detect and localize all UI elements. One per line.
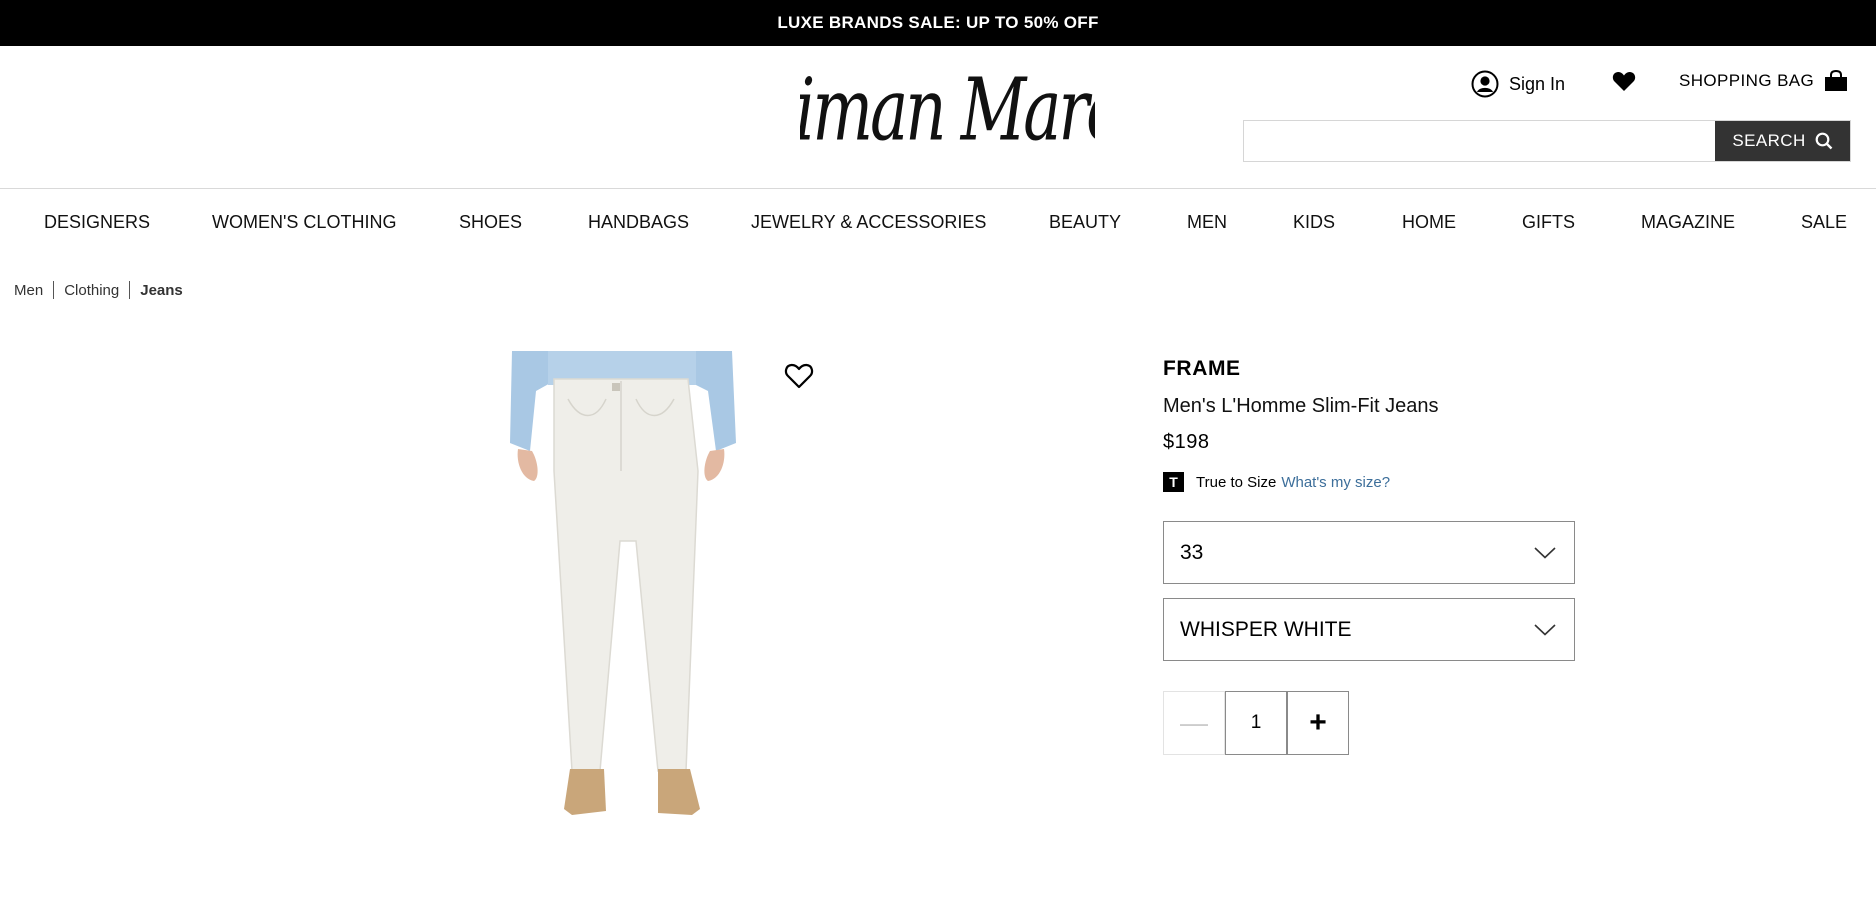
shopping-bag-label: SHOPPING BAG bbox=[1679, 71, 1815, 90]
nav-item-womens-clothing[interactable]: WOMEN'S CLOTHING bbox=[212, 212, 396, 233]
nav-item-magazine[interactable]: MAGAZINE bbox=[1641, 212, 1735, 233]
nav-item-kids[interactable]: KIDS bbox=[1293, 212, 1335, 233]
search-button-label: SEARCH bbox=[1732, 131, 1806, 150]
heart-icon bbox=[1612, 71, 1636, 91]
quantity-value[interactable]: 1 bbox=[1225, 691, 1287, 755]
nav-item-shoes[interactable]: SHOES bbox=[459, 212, 522, 233]
whats-my-size-link[interactable]: What's my size? bbox=[1281, 474, 1390, 491]
product-details: FRAME Men's L'Homme Slim-Fit Jeans $198 … bbox=[1163, 357, 1583, 492]
breadcrumb-item-clothing[interactable]: Clothing bbox=[64, 282, 119, 299]
sign-in-link[interactable]: Sign In bbox=[1471, 70, 1565, 98]
breadcrumb: Men Clothing Jeans bbox=[14, 281, 183, 299]
fit-badge: T bbox=[1163, 472, 1184, 492]
site-header: Neiman Marcus Sign In SHOPPING BAG SEARC… bbox=[0, 46, 1876, 189]
breadcrumb-separator bbox=[53, 281, 55, 299]
nav-item-home[interactable]: HOME bbox=[1402, 212, 1456, 233]
add-to-wishlist-button[interactable] bbox=[784, 362, 814, 395]
nav-item-designers[interactable]: DESIGNERS bbox=[44, 212, 150, 233]
product-brand[interactable]: FRAME bbox=[1163, 357, 1583, 381]
search-input[interactable] bbox=[1244, 121, 1715, 161]
fit-label: True to Size bbox=[1196, 473, 1277, 491]
sign-in-label: Sign In bbox=[1509, 73, 1566, 94]
nav-item-jewelry-accessories[interactable]: JEWELRY & ACCESSORIES bbox=[751, 212, 986, 233]
product-name: Men's L'Homme Slim-Fit Jeans bbox=[1163, 395, 1439, 417]
chevron-down-icon bbox=[1534, 623, 1556, 636]
product-price: $198 bbox=[1163, 431, 1210, 453]
main-navigation: DESIGNERS WOMEN'S CLOTHING SHOES HANDBAG… bbox=[0, 190, 1876, 257]
breadcrumb-separator bbox=[129, 281, 131, 299]
product-image[interactable] bbox=[508, 351, 736, 817]
promo-banner[interactable]: LUXE BRANDS SALE: UP TO 50% OFF bbox=[0, 0, 1876, 46]
jeans-photo-illustration bbox=[510, 351, 736, 815]
color-select-value: WHISPER WHITE bbox=[1180, 617, 1352, 641]
nav-item-men[interactable]: MEN bbox=[1187, 212, 1227, 233]
wishlist-heart-icon bbox=[784, 363, 814, 389]
neiman-marcus-logo[interactable]: Neiman Marcus bbox=[705, 59, 1191, 182]
shopping-bag-link[interactable]: SHOPPING BAG bbox=[1679, 70, 1848, 92]
search-bar: SEARCH bbox=[1243, 120, 1851, 162]
quantity-decrease-button[interactable]: — bbox=[1163, 691, 1225, 755]
breadcrumb-item-jeans: Jeans bbox=[140, 281, 183, 299]
search-icon bbox=[1815, 132, 1832, 150]
size-select[interactable]: 33 bbox=[1163, 521, 1575, 584]
svg-text:Neiman Marcus: Neiman Marcus bbox=[800, 64, 1095, 160]
fit-info: T True to Size What's my size? bbox=[1163, 472, 1583, 492]
size-select-value: 33 bbox=[1180, 540, 1204, 564]
quantity-increase-button[interactable]: + bbox=[1287, 691, 1349, 755]
breadcrumb-item-men[interactable]: Men bbox=[14, 282, 43, 299]
nav-item-beauty[interactable]: BEAUTY bbox=[1049, 212, 1121, 233]
quantity-stepper: — 1 + bbox=[1163, 691, 1349, 755]
shopping-bag-icon bbox=[1825, 70, 1848, 91]
promo-text: LUXE BRANDS SALE: UP TO 50% OFF bbox=[777, 13, 1099, 32]
nav-item-handbags[interactable]: HANDBAGS bbox=[588, 212, 689, 233]
logo-wordmark: Neiman Marcus bbox=[705, 59, 1191, 160]
nav-item-gifts[interactable]: GIFTS bbox=[1522, 212, 1575, 233]
nav-item-sale[interactable]: SALE bbox=[1801, 212, 1847, 233]
color-select[interactable]: WHISPER WHITE bbox=[1163, 598, 1575, 661]
user-icon bbox=[1471, 70, 1499, 98]
wishlist-link[interactable] bbox=[1612, 70, 1636, 92]
chevron-down-icon bbox=[1534, 546, 1556, 559]
search-button[interactable]: SEARCH bbox=[1715, 121, 1850, 161]
